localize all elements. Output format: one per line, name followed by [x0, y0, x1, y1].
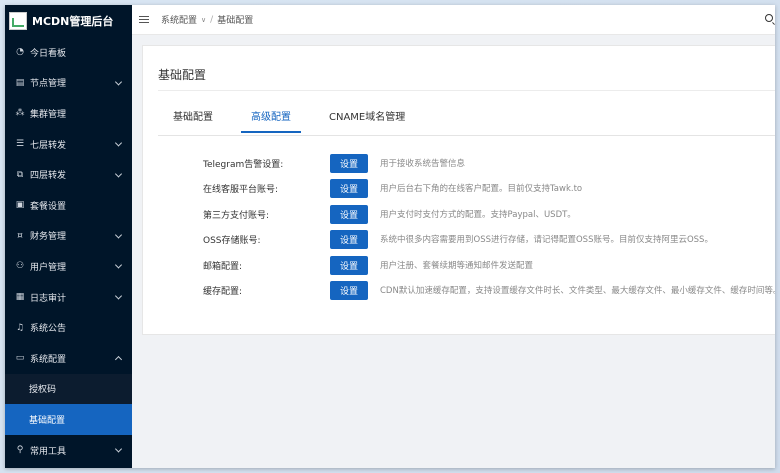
tab-basic-config[interactable]: 基础配置	[173, 108, 213, 133]
sidebar-item-dashboard[interactable]: ◔ 今日看板	[5, 37, 132, 68]
sidebar-subitem-license[interactable]: 授权码	[5, 373, 132, 405]
sidebar-item-label: 日志审计	[30, 293, 67, 304]
sidebar-item-label: 四层转发	[30, 171, 67, 182]
config-label: 第三方支付账号:	[203, 210, 270, 221]
sidebar-item-users[interactable]: ⚇ 用户管理	[5, 251, 132, 282]
config-label: 缓存配置:	[203, 286, 243, 297]
dashboard-icon: ◔	[16, 47, 24, 58]
chevron-down-icon	[114, 445, 123, 453]
sidebar-item-system-config[interactable]: ▭ 系统配置	[5, 343, 132, 374]
chevron-down-icon	[114, 292, 123, 300]
app-window: MCDN管理后台 ◔ 今日看板 ▤ 节点管理 ⁂ 集群管理 ☰ 七层转发 ⧉ 四…	[5, 5, 775, 468]
tool-icon: ⚲	[16, 445, 24, 456]
sidebar-item-label: 常用工具	[30, 446, 67, 457]
monitor-icon: ▭	[15, 353, 25, 364]
config-description: 系统中很多内容需要用到OSS进行存储，请记得配置OSS账号。目前仅支持阿里云OS…	[380, 235, 713, 245]
config-description: 用于接收系统告警信息	[380, 159, 466, 169]
sidebar-item-logs[interactable]: ▦ 日志审计	[5, 282, 132, 313]
config-label: 在线客服平台账号:	[203, 184, 279, 195]
package-icon: ▣	[15, 200, 25, 211]
chevron-down-icon	[114, 170, 123, 178]
config-label: Telegram告警设置:	[203, 159, 284, 170]
payment-settings-button[interactable]: 设置	[330, 204, 368, 224]
sidebar-item-l4[interactable]: ⧉ 四层转发	[5, 159, 132, 190]
sidebar-item-label: 集群管理	[30, 109, 67, 120]
sidebar-item-nodes[interactable]: ▤ 节点管理	[5, 68, 132, 99]
cluster-icon: ⁂	[15, 108, 25, 119]
config-label: OSS存储账号:	[203, 235, 261, 246]
users-icon: ⚇	[15, 261, 25, 272]
tab-advanced-config[interactable]: 高级配置	[241, 108, 301, 133]
divider	[158, 90, 775, 91]
config-description: 用户注册、套餐续期等通知邮件发送配置	[380, 261, 534, 271]
breadcrumb-item[interactable]: 系统配置	[161, 13, 197, 26]
app-title: MCDN管理后台	[32, 15, 114, 28]
sidebar-subitem-basic-config[interactable]: 基础配置	[5, 404, 132, 435]
log-icon: ▦	[15, 292, 25, 303]
sidebar-item-cluster[interactable]: ⁂ 集群管理	[5, 98, 132, 129]
oss-settings-button[interactable]: 设置	[330, 229, 368, 249]
sidebar-item-finance[interactable]: ¤ 财务管理	[5, 221, 132, 252]
chevron-down-icon	[114, 78, 123, 86]
tab-bar: 基础配置 高级配置 CNAME域名管理	[173, 108, 443, 133]
sidebar-item-label: 系统公告	[30, 324, 67, 335]
config-description: 用户后台右下角的在线客户配置。目前仅支持Tawk.to	[380, 184, 583, 194]
sidebar: MCDN管理后台 ◔ 今日看板 ▤ 节点管理 ⁂ 集群管理 ☰ 七层转发 ⧉ 四…	[5, 5, 132, 468]
breadcrumb: 系统配置 ∨ / 基础配置	[161, 13, 254, 27]
search-icon[interactable]	[765, 14, 773, 22]
config-description: 用户支付时支付方式的配置。支持Paypal、USDT。	[380, 210, 576, 220]
sidebar-item-label: 今日看板	[30, 48, 67, 59]
breadcrumb-item: 基础配置	[217, 16, 254, 26]
page-title: 基础配置	[158, 68, 207, 82]
list-icon: ☰	[15, 139, 25, 150]
sidebar-item-label: 节点管理	[30, 79, 67, 90]
email-settings-button[interactable]: 设置	[330, 255, 368, 275]
config-card: 基础配置 基础配置 高级配置 CNAME域名管理 Telegram告警设置: 设…	[142, 45, 775, 335]
sidebar-subitem-label: 基础配置	[29, 415, 66, 426]
chevron-down-icon: ∨	[201, 15, 207, 24]
breadcrumb-separator: /	[210, 14, 214, 25]
config-description: CDN默认加速缓存配置，支持设置缓存文件时长、文件类型、最大缓存文件、最小缓存文…	[380, 286, 775, 296]
tab-cname-domain[interactable]: CNAME域名管理	[329, 108, 405, 133]
sidebar-item-label: 七层转发	[30, 140, 67, 151]
sidebar-item-label: 财务管理	[30, 232, 67, 243]
sidebar-item-label: 用户管理	[30, 262, 67, 273]
brand[interactable]: MCDN管理后台	[5, 5, 132, 37]
chevron-down-icon	[114, 261, 123, 269]
sidebar-item-tools[interactable]: ⚲ 常用工具	[5, 435, 132, 466]
forward-icon: ⧉	[16, 169, 24, 180]
sidebar-item-package[interactable]: ▣ 套餐设置	[5, 190, 132, 221]
chevron-down-icon	[114, 139, 123, 147]
cache-settings-button[interactable]: 设置	[330, 280, 368, 300]
sidebar-subitem-label: 授权码	[29, 385, 57, 396]
chevron-down-icon	[114, 231, 123, 239]
finance-icon: ¤	[17, 230, 23, 241]
sidebar-item-announcement[interactable]: ♫ 系统公告	[5, 312, 132, 343]
logo-icon	[9, 12, 27, 30]
top-header: 系统配置 ∨ / 基础配置	[132, 5, 775, 35]
chevron-up-icon	[114, 356, 123, 364]
telegram-settings-button[interactable]: 设置	[330, 153, 368, 173]
menu-toggle-icon[interactable]	[139, 16, 149, 23]
server-icon: ▤	[15, 77, 25, 88]
sidebar-item-label: 系统配置	[30, 354, 67, 365]
bell-icon: ♫	[15, 322, 25, 333]
sidebar-item-label: 套餐设置	[30, 201, 67, 212]
support-settings-button[interactable]: 设置	[330, 178, 368, 198]
config-label: 邮箱配置:	[203, 261, 243, 272]
tab-divider	[158, 135, 775, 136]
sidebar-item-l7[interactable]: ☰ 七层转发	[5, 129, 132, 160]
